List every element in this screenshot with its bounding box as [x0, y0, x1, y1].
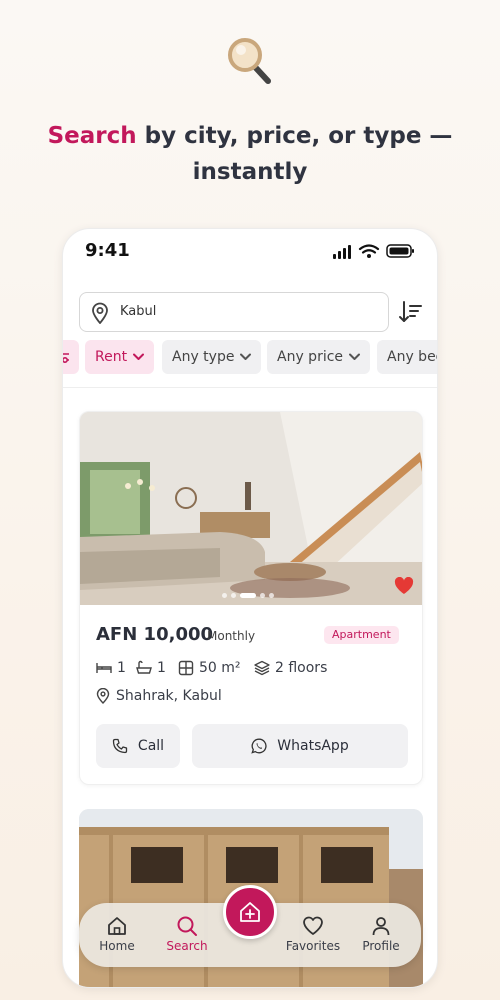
beds-spec: 1 [96, 660, 126, 676]
pager-dot [260, 593, 265, 598]
baths-spec: 1 [136, 660, 166, 676]
bathtub-icon [136, 660, 152, 674]
call-label: Call [137, 738, 165, 754]
sliders-icon [63, 353, 69, 363]
chevron-down-icon [349, 353, 361, 360]
baths-count: 1 [157, 660, 166, 676]
home-add-icon [240, 902, 260, 922]
filter-price-chip[interactable]: Any price [267, 340, 371, 374]
headline-accent: Search [47, 123, 137, 149]
heart-outline-icon [303, 916, 323, 935]
nav-search[interactable]: Search [157, 915, 217, 953]
nav-home[interactable]: Home [87, 915, 147, 953]
search-input[interactable]: Kabul [79, 292, 389, 332]
chevron-down-icon [240, 353, 252, 360]
whatsapp-icon [251, 738, 267, 754]
listing-location: Shahrak, Kabul [96, 688, 222, 704]
nav-profile[interactable]: Profile [351, 915, 411, 953]
filter-type-chip[interactable]: Any type [162, 340, 262, 374]
home-icon [108, 917, 126, 935]
listing-period: Monthly [207, 629, 256, 643]
area-spec: 50 m² [178, 660, 241, 676]
filter-chips: Rent Any type Any price Any beds [63, 340, 437, 376]
phone-icon [112, 738, 128, 754]
whatsapp-label: WhatsApp [277, 738, 349, 754]
nav-favorites[interactable]: Favorites [283, 915, 343, 953]
sort-icon[interactable] [397, 299, 423, 325]
headline: Search by city, price, or type — instant… [0, 118, 500, 190]
divider [63, 387, 437, 388]
pager-dot [240, 593, 256, 598]
listing-price: AFN 10,000 [96, 624, 214, 645]
phone-mockup: 9:41 Kabul Rent Any type Any price Any b… [62, 228, 438, 988]
beds-count: 1 [117, 660, 126, 676]
filter-price-label: Any price [277, 349, 344, 365]
nav-home-label: Home [99, 939, 135, 953]
layers-icon [254, 660, 270, 676]
bottom-nav: Home Search Favorites Profile [79, 885, 421, 967]
location-pin-icon [96, 688, 110, 704]
status-time: 9:41 [85, 240, 130, 261]
filter-rent-chip[interactable]: Rent [85, 340, 155, 374]
floor-plan-icon [178, 660, 194, 676]
pager-dot [231, 593, 236, 598]
listing-photo[interactable] [80, 412, 422, 605]
heart-icon[interactable] [394, 577, 414, 595]
pager-dot [222, 593, 227, 598]
nav-search-label: Search [166, 939, 208, 953]
bed-icon [96, 663, 112, 673]
search-icon [177, 916, 197, 936]
search-value: Kabul [120, 304, 157, 319]
chevron-down-icon [133, 353, 145, 360]
signal-icon [333, 245, 351, 259]
filter-type-label: Any type [172, 349, 235, 365]
call-button[interactable]: Call [96, 724, 180, 768]
floors-value: 2 floors [275, 660, 328, 676]
filter-beds-chip[interactable]: Any beds [377, 340, 437, 374]
nav-favorites-label: Favorites [285, 939, 341, 953]
magnifier-icon [228, 38, 271, 84]
filter-rent-label: Rent [95, 349, 128, 365]
area-value: 50 m² [199, 660, 241, 676]
floors-spec: 2 floors [254, 660, 327, 676]
living-room-illustration [80, 412, 422, 605]
filter-settings-chip[interactable] [63, 340, 79, 374]
filter-beds-label: Any beds [387, 349, 437, 365]
add-listing-button[interactable] [223, 885, 277, 939]
nav-profile-label: Profile [362, 939, 400, 953]
photo-pager [222, 593, 282, 599]
status-icons [333, 244, 414, 259]
headline-rest: by city, price, or type — [136, 123, 453, 149]
wifi-icon [358, 244, 380, 254]
headline-line2: instantly [192, 159, 308, 185]
location-pin-icon [92, 302, 108, 324]
location-label: Shahrak, Kabul [116, 688, 222, 704]
whatsapp-button[interactable]: WhatsApp [192, 724, 408, 768]
listing-card[interactable]: AFN 10,000 Monthly Apartment 1 1 50 m² 2… [79, 411, 423, 785]
user-icon [372, 917, 390, 936]
status-bar: 9:41 [63, 229, 437, 277]
property-type-badge: Apartment [324, 626, 399, 644]
listing-specs: 1 1 50 m² 2 floors [96, 660, 416, 678]
pager-dot [269, 593, 274, 598]
battery-icon [386, 244, 414, 258]
